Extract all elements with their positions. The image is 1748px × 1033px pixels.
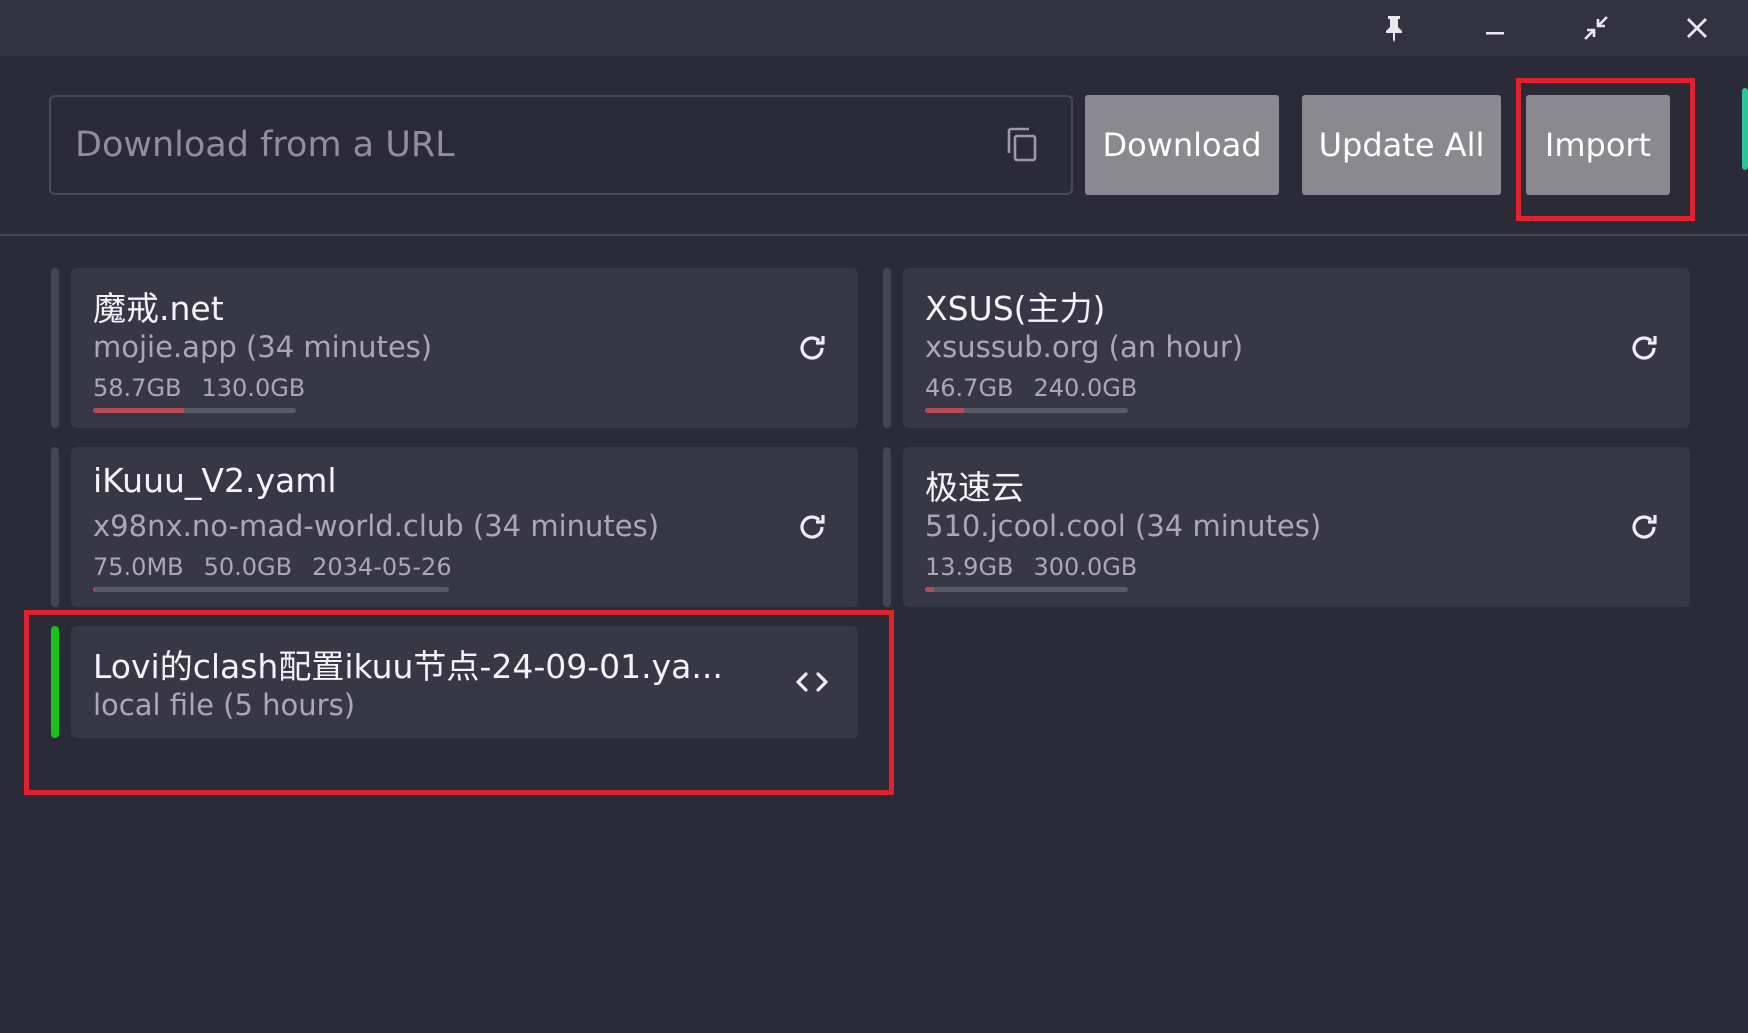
profile-source: x98nx.no-mad-world.club (34 minutes) bbox=[93, 509, 660, 543]
profile-card-mojie: 魔戒.net mojie.app (34 minutes) 58.7GB 130.… bbox=[51, 268, 858, 428]
profile-card-jisuyun: 极速云 510.jcool.cool (34 minutes) 13.9GB 30… bbox=[883, 447, 1690, 607]
used-traffic: 46.7GB bbox=[925, 374, 1014, 402]
total-traffic: 50.0GB bbox=[203, 553, 293, 581]
refresh-icon[interactable] bbox=[1624, 328, 1664, 368]
expire-date: 2034-05-26 bbox=[312, 553, 452, 581]
minimize-icon[interactable] bbox=[1473, 8, 1517, 48]
url-field[interactable] bbox=[49, 95, 1073, 195]
profile-usage: 46.7GB 240.0GB bbox=[925, 374, 1157, 402]
active-indicator bbox=[51, 626, 59, 738]
usage-bar bbox=[925, 408, 1128, 413]
profile-card-local: Lovi的clash配置ikuu节点-24-09-01.ya... local … bbox=[51, 626, 858, 738]
card-status-bar bbox=[51, 447, 59, 607]
url-input[interactable] bbox=[73, 97, 993, 193]
pin-icon[interactable] bbox=[1372, 8, 1416, 48]
profile-card-ikuuu: iKuuu_V2.yaml x98nx.no-mad-world.club (3… bbox=[51, 447, 858, 607]
profile-card[interactable]: Lovi的clash配置ikuu节点-24-09-01.ya... local … bbox=[71, 626, 858, 738]
close-icon[interactable] bbox=[1675, 8, 1719, 48]
used-traffic: 13.9GB bbox=[925, 553, 1014, 581]
refresh-icon[interactable] bbox=[1624, 507, 1664, 547]
used-traffic: 58.7GB bbox=[93, 374, 182, 402]
refresh-icon[interactable] bbox=[792, 328, 832, 368]
refresh-icon[interactable] bbox=[792, 507, 832, 547]
profile-source: xsussub.org (an hour) bbox=[925, 330, 1244, 364]
import-button[interactable]: Import bbox=[1526, 95, 1670, 195]
profile-usage: 58.7GB 130.0GB bbox=[93, 374, 325, 402]
shrink-icon[interactable] bbox=[1574, 8, 1618, 48]
card-status-bar bbox=[883, 268, 891, 428]
profile-source: local file (5 hours) bbox=[93, 688, 356, 722]
card-status-bar bbox=[883, 447, 891, 607]
usage-bar bbox=[93, 408, 296, 413]
usage-bar-fill bbox=[93, 408, 185, 413]
usage-bar bbox=[93, 587, 449, 592]
header-divider bbox=[0, 234, 1748, 236]
card-status-bar bbox=[51, 268, 59, 428]
usage-bar-fill bbox=[93, 587, 95, 592]
profile-source: mojie.app (34 minutes) bbox=[93, 330, 433, 364]
profile-card[interactable]: 魔戒.net mojie.app (34 minutes) 58.7GB 130.… bbox=[71, 268, 858, 428]
profile-card-xsus: XSUS(主力) xsussub.org (an hour) 46.7GB 240… bbox=[883, 268, 1690, 428]
total-traffic: 240.0GB bbox=[1033, 374, 1138, 402]
scrollbar-thumb[interactable] bbox=[1742, 88, 1748, 170]
profile-card[interactable]: iKuuu_V2.yaml x98nx.no-mad-world.club (3… bbox=[71, 447, 858, 607]
profile-source: 510.jcool.cool (34 minutes) bbox=[925, 509, 1322, 543]
usage-bar-fill bbox=[925, 587, 935, 592]
profile-card[interactable]: XSUS(主力) xsussub.org (an hour) 46.7GB 240… bbox=[903, 268, 1690, 428]
download-button[interactable]: Download bbox=[1085, 95, 1279, 195]
copy-icon[interactable] bbox=[1003, 125, 1043, 165]
total-traffic: 300.0GB bbox=[1033, 553, 1138, 581]
profile-title: 魔戒.net bbox=[93, 289, 224, 328]
code-icon[interactable] bbox=[792, 662, 832, 702]
profile-card[interactable]: 极速云 510.jcool.cool (34 minutes) 13.9GB 30… bbox=[903, 447, 1690, 607]
title-bar bbox=[0, 0, 1748, 56]
update-all-button[interactable]: Update All bbox=[1302, 95, 1501, 195]
usage-bar bbox=[925, 587, 1128, 592]
used-traffic: 75.0MB bbox=[93, 553, 184, 581]
profile-usage: 75.0MB 50.0GB 2034-05-26 bbox=[93, 553, 472, 581]
profile-title: 极速云 bbox=[925, 468, 1024, 507]
profile-title: iKuuu_V2.yaml bbox=[93, 461, 337, 500]
total-traffic: 130.0GB bbox=[201, 374, 306, 402]
profile-title: XSUS(主力) bbox=[925, 289, 1106, 328]
profile-title: Lovi的clash配置ikuu节点-24-09-01.ya... bbox=[93, 647, 723, 686]
profile-usage: 13.9GB 300.0GB bbox=[925, 553, 1157, 581]
usage-bar-fill bbox=[925, 408, 964, 413]
